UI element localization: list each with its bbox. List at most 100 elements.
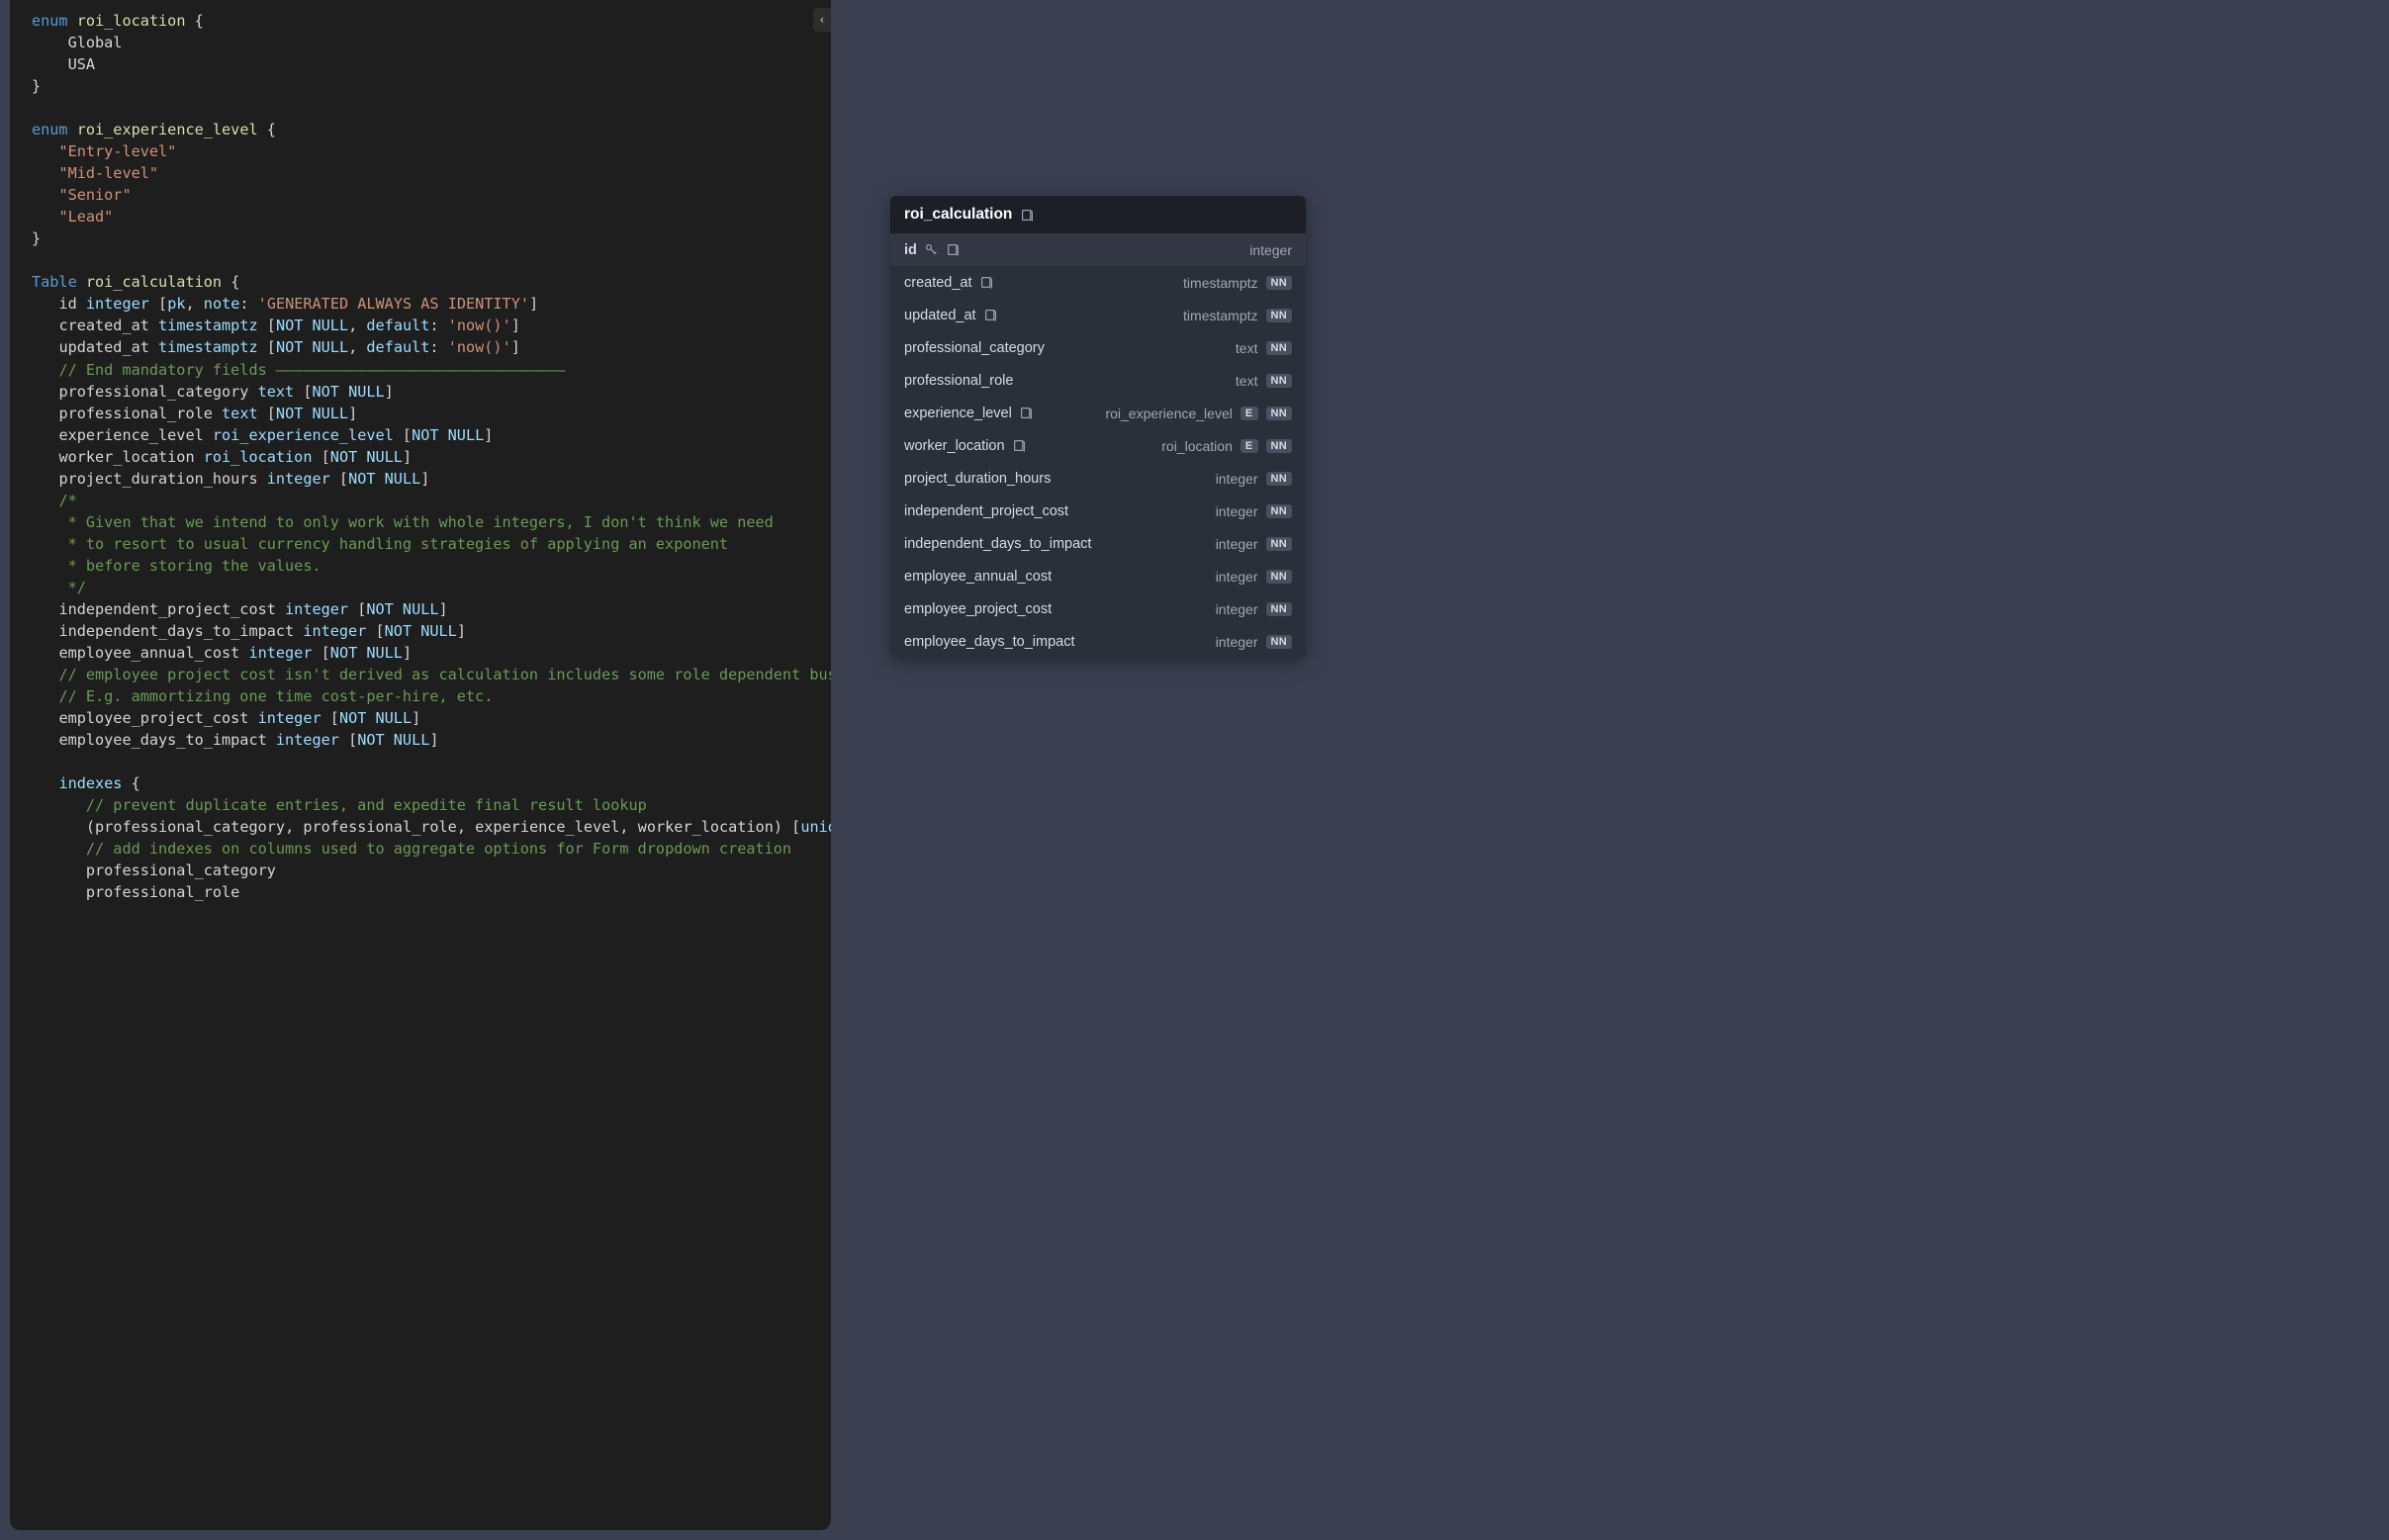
code-token <box>32 361 58 379</box>
code-token <box>32 818 86 836</box>
code-token: default <box>366 317 429 334</box>
chevron-left-icon: ‹ <box>818 13 825 27</box>
panel-collapse-button[interactable]: ‹ <box>813 8 831 32</box>
table-column-row[interactable]: project_duration_hours integer NN <box>890 462 1306 495</box>
code-token <box>122 774 131 792</box>
code-token <box>32 317 58 334</box>
code-token <box>294 383 303 401</box>
column-name-cell: id <box>904 242 961 258</box>
code-token: professional_role <box>58 405 222 422</box>
code-token: NOT NULL <box>366 600 438 618</box>
code-token: integer <box>86 295 149 313</box>
code-token: "Senior" <box>58 186 131 204</box>
code-token: : <box>429 317 447 334</box>
code-editor-content[interactable]: enum roi_location { Global USA } enum ro… <box>10 0 831 913</box>
code-token: roi_location <box>204 448 313 466</box>
column-name-cell: professional_category <box>904 340 1045 356</box>
table-column-row[interactable]: experience_level roi_experience_levelENN <box>890 397 1306 429</box>
table-column-row[interactable]: professional_category textNN <box>890 331 1306 364</box>
code-token: } <box>32 229 41 247</box>
code-token: [ <box>158 295 167 313</box>
code-token: text <box>222 405 258 422</box>
code-token: default <box>366 338 429 356</box>
code-token <box>330 470 339 488</box>
table-column-row[interactable]: idinteger <box>890 233 1306 266</box>
code-token <box>32 600 58 618</box>
not-null-badge: NN <box>1266 472 1293 486</box>
table-header[interactable]: roi_calculation <box>890 196 1306 233</box>
column-name-cell: worker_location <box>904 438 1027 454</box>
column-name: worker_location <box>904 438 1005 454</box>
column-type-cell: roi_locationENN <box>1161 438 1292 454</box>
column-type-cell: roi_experience_levelENN <box>1105 406 1292 421</box>
code-token: // employee project cost isn't derived a… <box>58 666 831 683</box>
column-type: roi_experience_level <box>1105 406 1232 421</box>
code-token <box>258 121 267 138</box>
code-token: project_duration_hours <box>58 470 266 488</box>
code-token <box>32 208 58 226</box>
code-token <box>32 709 58 727</box>
code-token: // prevent duplicate entries, and expedi… <box>86 796 647 814</box>
column-name: updated_at <box>904 308 976 323</box>
column-name: employee_project_cost <box>904 601 1052 617</box>
code-token: unique <box>800 818 831 836</box>
code-token: "Mid-level" <box>58 164 158 182</box>
code-token: , <box>348 338 366 356</box>
code-editor-panel[interactable]: ‹ enum roi_location { Global USA } enum … <box>10 0 831 1530</box>
table-column-row[interactable]: professional_role textNN <box>890 364 1306 397</box>
code-token: [ <box>322 448 330 466</box>
table-card-roi-calculation[interactable]: roi_calculation idintegercreated_attimes… <box>890 196 1306 658</box>
code-token: ] <box>511 338 520 356</box>
code-token: independent_days_to_impact <box>58 622 303 640</box>
column-name: created_at <box>904 275 972 291</box>
code-token <box>185 12 194 30</box>
column-type: integer <box>1216 471 1258 487</box>
code-token: [ <box>322 644 330 662</box>
table-column-row[interactable]: independent_days_to_impactintegerNN <box>890 527 1306 560</box>
column-name-cell: professional_role <box>904 373 1013 389</box>
code-token: experience_level <box>58 426 212 444</box>
code-token: * to resort to usual currency handling s… <box>68 535 729 553</box>
code-token: ] <box>420 470 429 488</box>
table-column-row[interactable]: created_attimestamptzNN <box>890 266 1306 299</box>
code-token: id <box>58 295 85 313</box>
diagram-canvas[interactable]: roi_calculation idintegercreated_attimes… <box>831 0 2389 1540</box>
column-name-cell: independent_project_cost <box>904 503 1068 519</box>
column-type-cell: integerNN <box>1216 569 1292 585</box>
column-name: experience_level <box>904 406 1012 421</box>
code-token <box>222 273 230 291</box>
code-token <box>32 55 68 73</box>
code-token <box>32 295 58 313</box>
code-token: ] <box>348 405 357 422</box>
code-token: professional_category <box>86 861 276 879</box>
code-token: created_at <box>58 317 158 334</box>
code-token: ] <box>529 295 538 313</box>
column-name-cell: employee_project_cost <box>904 601 1052 617</box>
column-type-cell: textNN <box>1236 373 1292 389</box>
table-column-row[interactable]: employee_project_costintegerNN <box>890 592 1306 625</box>
table-column-row[interactable]: employee_days_to_impactintegerNN <box>890 625 1306 658</box>
code-token <box>149 295 158 313</box>
column-type: text <box>1236 373 1258 389</box>
note-icon <box>1020 208 1034 222</box>
code-token: ] <box>511 317 520 334</box>
table-columns-list: idintegercreated_attimestamptzNNupdated_… <box>890 233 1306 658</box>
column-type-cell: textNN <box>1236 340 1292 356</box>
code-token: , <box>619 818 637 836</box>
column-name: professional_category <box>904 340 1045 356</box>
code-token: ] <box>457 622 466 640</box>
code-token: updated_at <box>58 338 158 356</box>
not-null-badge: NN <box>1266 537 1293 551</box>
column-name: project_duration_hours <box>904 471 1051 487</box>
code-token: , <box>457 818 475 836</box>
table-column-row[interactable]: independent_project_costintegerNN <box>890 495 1306 527</box>
table-column-row[interactable]: updated_attimestamptzNN <box>890 299 1306 331</box>
code-token <box>32 644 58 662</box>
code-token <box>32 34 68 51</box>
table-column-row[interactable]: employee_annual_costintegerNN <box>890 560 1306 592</box>
column-type: text <box>1236 340 1258 356</box>
code-block[interactable]: enum roi_location { Global USA } enum ro… <box>32 10 831 903</box>
code-token: [ <box>339 470 348 488</box>
table-column-row[interactable]: worker_location roi_locationENN <box>890 429 1306 462</box>
code-token: text <box>258 383 295 401</box>
